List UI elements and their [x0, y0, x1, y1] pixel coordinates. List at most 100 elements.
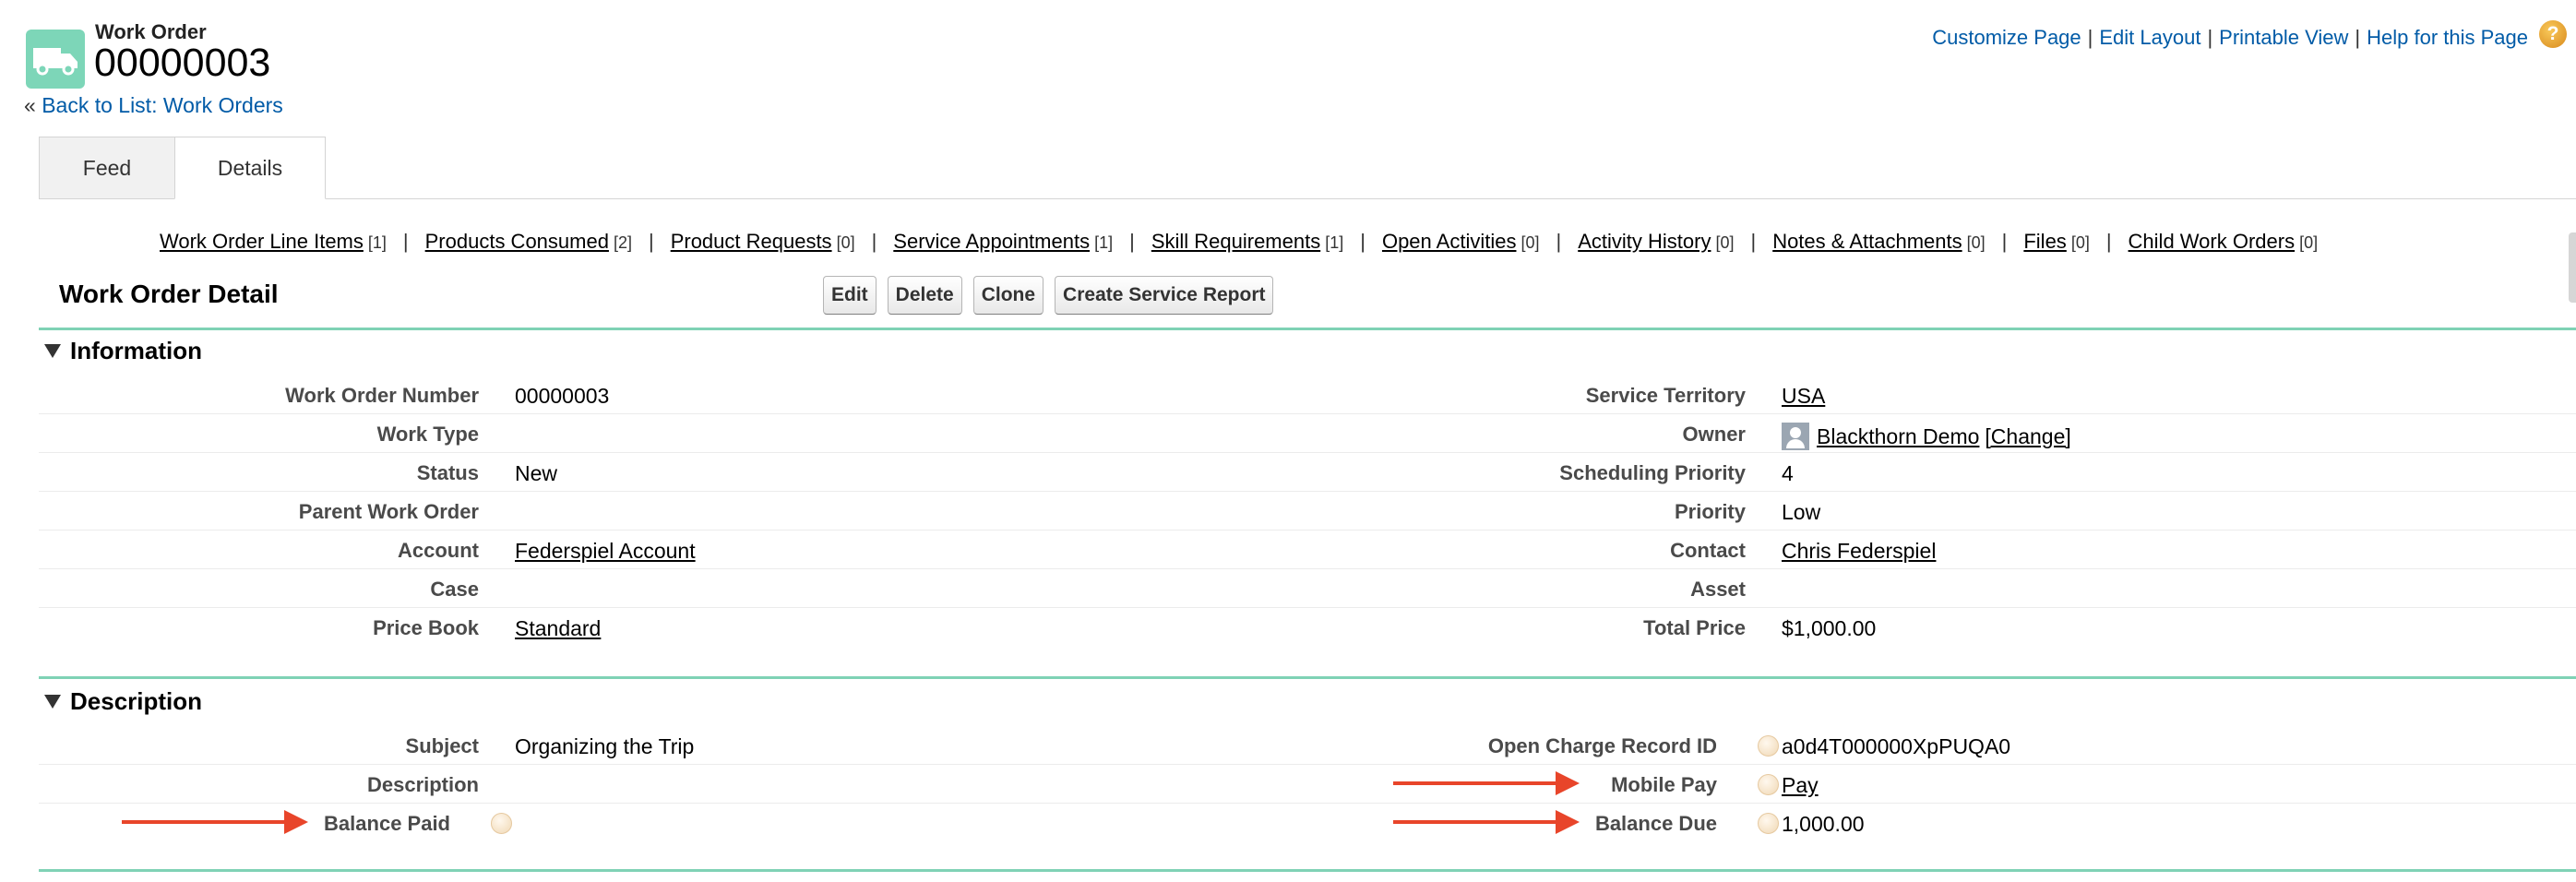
field-value: 1,000.00 — [1782, 812, 1865, 836]
field-help-icon[interactable] — [1758, 813, 1779, 834]
field-label: Asset — [1690, 578, 1746, 601]
section-description-header[interactable]: Description — [44, 687, 202, 716]
customize-page-link[interactable]: Customize Page — [1932, 26, 2081, 50]
related-product-requests-link[interactable]: Product Requests — [671, 230, 832, 254]
related-separator: | — [2105, 230, 2112, 253]
field-value: a0d4T000000XpPUQA0 — [1782, 734, 2011, 758]
field-label: Subject — [405, 734, 479, 757]
field-row: Status New Scheduling Priority 4 — [39, 453, 2576, 492]
related-count: [0] — [836, 233, 855, 252]
field-row: Work Order Number 00000003 Service Terri… — [39, 375, 2576, 414]
related-separator: | — [1556, 230, 1562, 253]
field-label: Work Order Number — [285, 384, 479, 407]
field-help-icon[interactable] — [491, 813, 512, 834]
field-row: Subject Organizing the Trip Open Charge … — [39, 726, 2576, 765]
field-row: Price Book Standard Total Price $1,000.0… — [39, 608, 2576, 647]
create-service-report-button[interactable]: Create Service Report — [1055, 276, 1274, 315]
detail-title: Work Order Detail — [59, 280, 279, 308]
top-links-separator: | — [2087, 26, 2093, 49]
field-label: Balance Due — [1594, 812, 1717, 835]
top-links: Customize Page | Edit Layout | Printable… — [1932, 26, 2528, 50]
section-divider — [39, 676, 2576, 679]
back-prefix: « — [24, 93, 36, 117]
work-order-truck-icon — [26, 30, 85, 89]
related-notes-attachments-link[interactable]: Notes & Attachments — [1772, 230, 1962, 254]
related-skill-requirements-link[interactable]: Skill Requirements — [1151, 230, 1320, 254]
related-count: [1] — [1325, 233, 1344, 252]
section-title: Information — [70, 337, 202, 364]
detail-button-bar: Edit Delete Clone Create Service Report — [823, 276, 1274, 315]
related-child-work-orders-link[interactable]: Child Work Orders — [2129, 230, 2296, 254]
field-value: Low — [1782, 500, 1821, 524]
owner-link[interactable]: Blackthorn Demo — [1817, 424, 1979, 449]
related-separator: | — [402, 230, 409, 253]
help-icon[interactable]: ? — [2539, 20, 2567, 48]
field-row: Account Federspiel Account Contact Chris… — [39, 530, 2576, 569]
section-information-header[interactable]: Information — [44, 337, 202, 365]
user-avatar-icon — [1782, 423, 1809, 450]
field-value: $1,000.00 — [1782, 616, 1877, 640]
account-link[interactable]: Federspiel Account — [515, 539, 696, 564]
mobile-pay-link[interactable]: Pay — [1782, 773, 1819, 798]
contact-link[interactable]: Chris Federspiel — [1782, 539, 1936, 564]
related-count: [0] — [2299, 233, 2319, 252]
related-separator: | — [648, 230, 654, 253]
field-value: New — [515, 461, 558, 485]
back-to-list: « Back to List: Work Orders — [24, 93, 283, 118]
scrollbar-thumb[interactable] — [2569, 232, 2576, 303]
red-arrow-annotation — [1393, 810, 1580, 834]
field-row: Parent Work Order Priority Low — [39, 492, 2576, 530]
related-work-order-line-items-link[interactable]: Work Order Line Items — [160, 230, 364, 254]
help-for-page-link[interactable]: Help for this Page — [2367, 26, 2528, 50]
section-title: Description — [70, 687, 203, 715]
collapse-triangle-icon[interactable] — [44, 344, 61, 358]
edit-button[interactable]: Edit — [823, 276, 877, 315]
field-help-icon[interactable] — [1758, 774, 1779, 795]
tab-bar: Feed Details — [39, 137, 326, 199]
service-territory-link[interactable]: USA — [1782, 384, 1825, 409]
delete-button[interactable]: Delete — [887, 276, 962, 315]
field-label: Priority — [1674, 500, 1746, 523]
edit-layout-link[interactable]: Edit Layout — [2099, 26, 2200, 50]
change-owner-link[interactable]: [Change] — [1985, 424, 2070, 449]
field-label: Price Book — [373, 616, 479, 639]
field-row: Case Asset — [39, 569, 2576, 608]
field-label: Owner — [1682, 423, 1746, 446]
tab-divider — [326, 198, 2576, 199]
clone-button[interactable]: Clone — [972, 276, 1044, 315]
printable-view-link[interactable]: Printable View — [2219, 26, 2348, 50]
related-list-links: Work Order Line Items [1] | Products Cons… — [160, 230, 2318, 254]
related-count: [1] — [367, 233, 387, 252]
field-row: Balance Paid Balance Due 1,000.00 — [39, 804, 2576, 842]
related-count: [0] — [1966, 233, 1986, 252]
tab-feed[interactable]: Feed — [39, 137, 175, 199]
field-label: Account — [398, 539, 479, 562]
field-label: Work Type — [376, 423, 479, 446]
top-links-separator: | — [2355, 26, 2361, 49]
field-label: Service Territory — [1585, 384, 1746, 407]
related-open-activities-link[interactable]: Open Activities — [1382, 230, 1517, 254]
collapse-triangle-icon[interactable] — [44, 695, 61, 709]
related-files-link[interactable]: Files — [2023, 230, 2066, 254]
back-to-list-link[interactable]: Back to List: Work Orders — [42, 93, 283, 117]
price-book-link[interactable]: Standard — [515, 616, 601, 641]
tab-details[interactable]: Details — [174, 137, 326, 199]
related-count: [0] — [1715, 233, 1735, 252]
field-label: Description — [366, 773, 479, 796]
field-value: 00000003 — [515, 384, 610, 408]
related-separator: | — [1129, 230, 1135, 253]
field-help-icon[interactable] — [1758, 735, 1779, 757]
related-activity-history-link[interactable]: Activity History — [1578, 230, 1711, 254]
field-row: Work Type Owner Blackthorn Demo [Change] — [39, 414, 2576, 453]
related-service-appointments-link[interactable]: Service Appointments — [893, 230, 1090, 254]
field-label: Parent Work Order — [298, 500, 479, 523]
field-label: Status — [416, 461, 479, 484]
page-title: 00000003 — [94, 41, 271, 85]
field-label: Mobile Pay — [1611, 773, 1717, 796]
field-label: Contact — [1670, 539, 1746, 562]
field-label: Open Charge Record ID — [1487, 734, 1717, 757]
red-arrow-annotation — [1393, 771, 1580, 795]
owner-value: Blackthorn Demo [Change] — [1782, 423, 2071, 450]
related-products-consumed-link[interactable]: Products Consumed — [425, 230, 609, 254]
related-count: [0] — [2070, 233, 2090, 252]
